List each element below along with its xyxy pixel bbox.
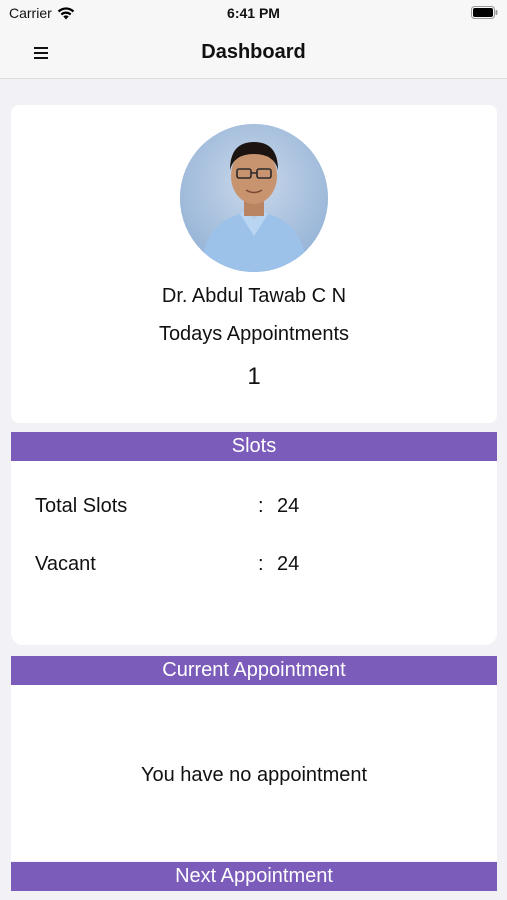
status-time: 6:41 PM [227, 5, 280, 21]
avatar-portrait [180, 124, 328, 272]
slot-row-vacant: Vacant : 24 [11, 553, 497, 583]
slots-card: Total Slots : 24 Vacant : 24 [11, 461, 497, 645]
status-bar: Carrier 6:41 PM [0, 0, 507, 28]
slot-value: 24 [277, 553, 300, 575]
current-appointment-card: You have no appointment [11, 685, 497, 861]
battery-icon [471, 6, 498, 19]
todays-appointments-count: 1 [247, 363, 261, 390]
slots-header: Slots [11, 432, 497, 461]
doctor-avatar[interactable] [180, 124, 328, 272]
slot-label: Vacant [35, 553, 96, 575]
current-appointment-header: Current Appointment [11, 656, 497, 685]
slot-label: Total Slots [35, 495, 128, 517]
slot-row-total: Total Slots : 24 [11, 495, 497, 525]
profile-card: Dr. Abdul Tawab C N Todays Appointments … [11, 105, 497, 423]
doctor-name: Dr. Abdul Tawab C N [161, 285, 347, 307]
no-appointment-message: You have no appointment [140, 764, 368, 786]
next-appointment-header: Next Appointment [11, 862, 497, 891]
page-title: Dashboard [201, 41, 306, 63]
slot-separator: : [258, 553, 264, 575]
navigation-bar: Dashboard [0, 28, 507, 79]
slot-separator: : [258, 495, 264, 517]
slot-value: 24 [277, 495, 300, 517]
todays-appointments-label: Todays Appointments [158, 323, 350, 345]
